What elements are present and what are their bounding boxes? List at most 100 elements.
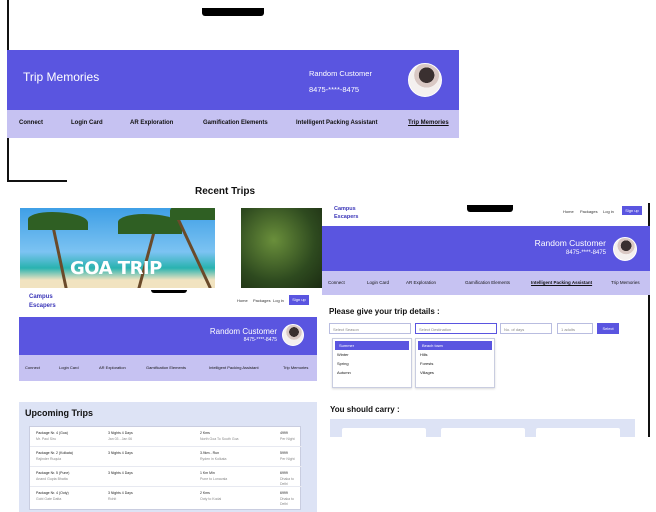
- row-host: Mr. Paul Siru: [36, 437, 57, 441]
- user-info: Random Customer 8475-****-8475: [309, 66, 372, 98]
- topnav-home[interactable]: Home: [563, 209, 574, 214]
- main-nav: Connect Login Card AR Exploration Gamifi…: [322, 271, 650, 295]
- brand-logo[interactable]: Campus Escapers: [334, 205, 358, 221]
- device-frame-edge: [7, 180, 67, 182]
- row-dates: Jan 03 - Jan 06: [108, 437, 133, 441]
- dropdown-option[interactable]: Hills: [416, 350, 494, 359]
- packing-assistant-screen: Campus Escapers Home Packages Log in Sig…: [322, 203, 650, 437]
- dropdown-option[interactable]: Autumn: [333, 368, 411, 377]
- dropdown-option[interactable]: Winter: [333, 350, 411, 359]
- row-distance: 3.9km - Run: [200, 451, 220, 455]
- nav-login-card[interactable]: Login Card: [71, 120, 103, 126]
- dropdown-option[interactable]: Villages: [416, 368, 494, 377]
- camera-notch: [202, 8, 264, 16]
- dropdown-option[interactable]: Forests: [416, 359, 494, 368]
- recent-trips-heading: Recent Trips: [195, 186, 256, 197]
- dropdown-option[interactable]: Spring: [333, 359, 411, 368]
- nav-login-card[interactable]: Login Card: [59, 365, 79, 370]
- topnav-login[interactable]: Log in: [273, 298, 284, 303]
- destination-dropdown: Beach town Hills Forests Villages: [415, 338, 495, 388]
- carry-item-card[interactable]: [536, 428, 620, 437]
- profile-header: Random Customer 8475-****-8475: [322, 226, 650, 271]
- carry-item-card[interactable]: [441, 428, 525, 437]
- palm-trunk: [175, 215, 212, 288]
- row-route: Ryden in Kolkata: [200, 457, 227, 461]
- brand-line: Campus: [334, 206, 356, 212]
- nav-connect[interactable]: Connect: [328, 280, 345, 285]
- row-distance: 2 Kms: [200, 431, 210, 435]
- row-route: North Goa To South Goa: [200, 437, 239, 441]
- palm-leaves: [170, 208, 215, 220]
- row-host: Anand Gupta Bhatta: [36, 477, 68, 481]
- row-package: Package Nr. 4 (Ooty): [36, 491, 69, 495]
- people-input[interactable]: 1 adults: [557, 323, 593, 334]
- row-duration: 3 Nights 4 Days: [108, 471, 133, 475]
- nav-packing-assistant[interactable]: Intelligent Packing Assistant: [209, 365, 259, 370]
- row-distance: 2 Kms: [200, 491, 210, 495]
- brand-line: Escapers: [29, 303, 56, 309]
- nav-login-card[interactable]: Login Card: [367, 280, 389, 285]
- upcoming-trips-screen: Campus Escapers Home Packages Log in Sig…: [19, 290, 317, 512]
- season-dropdown: Summer Winter Spring Autumn: [332, 338, 412, 388]
- nav-gamification[interactable]: Gamification Elements: [203, 120, 268, 126]
- nav-trip-memories[interactable]: Trip Memories: [283, 365, 308, 370]
- panel-title: Upcoming Trips: [25, 408, 94, 418]
- table-row[interactable]: Package Nr. 2 (Kolkata) Rajinder Ruquia …: [30, 447, 302, 467]
- dropdown-option[interactable]: Summer: [335, 341, 409, 350]
- nav-packing-assistant[interactable]: Intelligent Packing Assistant: [531, 280, 592, 285]
- user-name: Random Customer: [209, 327, 277, 336]
- trip-card-forest[interactable]: [241, 208, 323, 288]
- nav-trip-memories[interactable]: Trip Memories: [408, 120, 449, 126]
- avatar[interactable]: [613, 237, 637, 261]
- row-package: Package Nr. 2 (Kolkata): [36, 451, 73, 455]
- row-price: 6999: [280, 491, 288, 495]
- destination-select[interactable]: Select Destination: [415, 323, 497, 334]
- nav-trip-memories[interactable]: Trip Memories: [611, 280, 640, 285]
- trip-card-goa[interactable]: GOA TRIP: [20, 208, 215, 288]
- user-phone: 8475-****-8475: [309, 85, 360, 94]
- row-duration: 3 Nights 4 Days: [108, 431, 133, 435]
- select-button[interactable]: Select: [597, 323, 619, 334]
- dropdown-option[interactable]: Beach town: [418, 341, 492, 350]
- row-distance: 1 Km Min: [200, 471, 215, 475]
- avatar[interactable]: [282, 324, 304, 346]
- topnav-packages[interactable]: Packages: [580, 209, 598, 214]
- user-info: Random Customer 8475-****-8475: [522, 238, 606, 258]
- signup-button[interactable]: Sign up: [289, 295, 309, 305]
- nav-gamification[interactable]: Gamification Elements: [146, 365, 186, 370]
- row-price-unit: Dhaka to Delhi: [280, 497, 295, 506]
- nav-ar-exploration[interactable]: AR Exploration: [406, 280, 436, 285]
- carry-list-panel: [330, 419, 635, 437]
- days-input[interactable]: No. of days: [500, 323, 552, 334]
- row-duration: 3 Nights 4 Days: [108, 451, 133, 455]
- nav-ar-exploration[interactable]: AR Exploration: [99, 365, 126, 370]
- user-info: Random Customer 8475-****-8475: [210, 327, 277, 345]
- topnav-packages[interactable]: Packages: [253, 298, 271, 303]
- nav-packing-assistant[interactable]: Intelligent Packing Assistant: [296, 120, 377, 126]
- table-row[interactable]: Package Nr. 5 (Pune) Anand Gupta Bhatta …: [30, 467, 302, 487]
- topnav-home[interactable]: Home: [237, 298, 248, 303]
- row-host: Rajinder Ruquia: [36, 457, 62, 461]
- nav-connect[interactable]: Connect: [19, 120, 43, 126]
- profile-header: Random Customer 8475-****-8475: [19, 317, 317, 355]
- nav-ar-exploration[interactable]: AR Exploration: [130, 120, 173, 126]
- signup-button[interactable]: Sign up: [622, 206, 642, 215]
- palm-trunk: [50, 222, 69, 288]
- row-dates: Rohit: [108, 497, 117, 501]
- row-route: Pune to Lonavala: [200, 477, 228, 481]
- row-price: 4999: [280, 431, 288, 435]
- main-nav: Connect Login Card AR Exploration Gamifi…: [7, 110, 459, 138]
- nav-gamification[interactable]: Gamification Elements: [465, 280, 510, 285]
- topnav-login[interactable]: Log in: [603, 209, 614, 214]
- avatar[interactable]: [408, 63, 442, 97]
- nav-connect[interactable]: Connect: [25, 365, 40, 370]
- season-select[interactable]: Select Season: [329, 323, 411, 334]
- row-route: Ooty to Kodai: [200, 497, 222, 501]
- table-row[interactable]: Package Nr. 4 (Goa) Mr. Paul Siru 3 Nigh…: [30, 427, 302, 447]
- table-row[interactable]: Package Nr. 4 (Ooty) Gobi Gate Datta 3 N…: [30, 487, 302, 507]
- brand-logo[interactable]: Campus Escapers: [29, 293, 56, 311]
- carry-item-card[interactable]: [342, 428, 426, 437]
- row-price-unit: Per Night: [280, 457, 295, 461]
- palm-leaves: [28, 212, 88, 230]
- row-price-unit: Dhaka to Delhi: [280, 477, 295, 486]
